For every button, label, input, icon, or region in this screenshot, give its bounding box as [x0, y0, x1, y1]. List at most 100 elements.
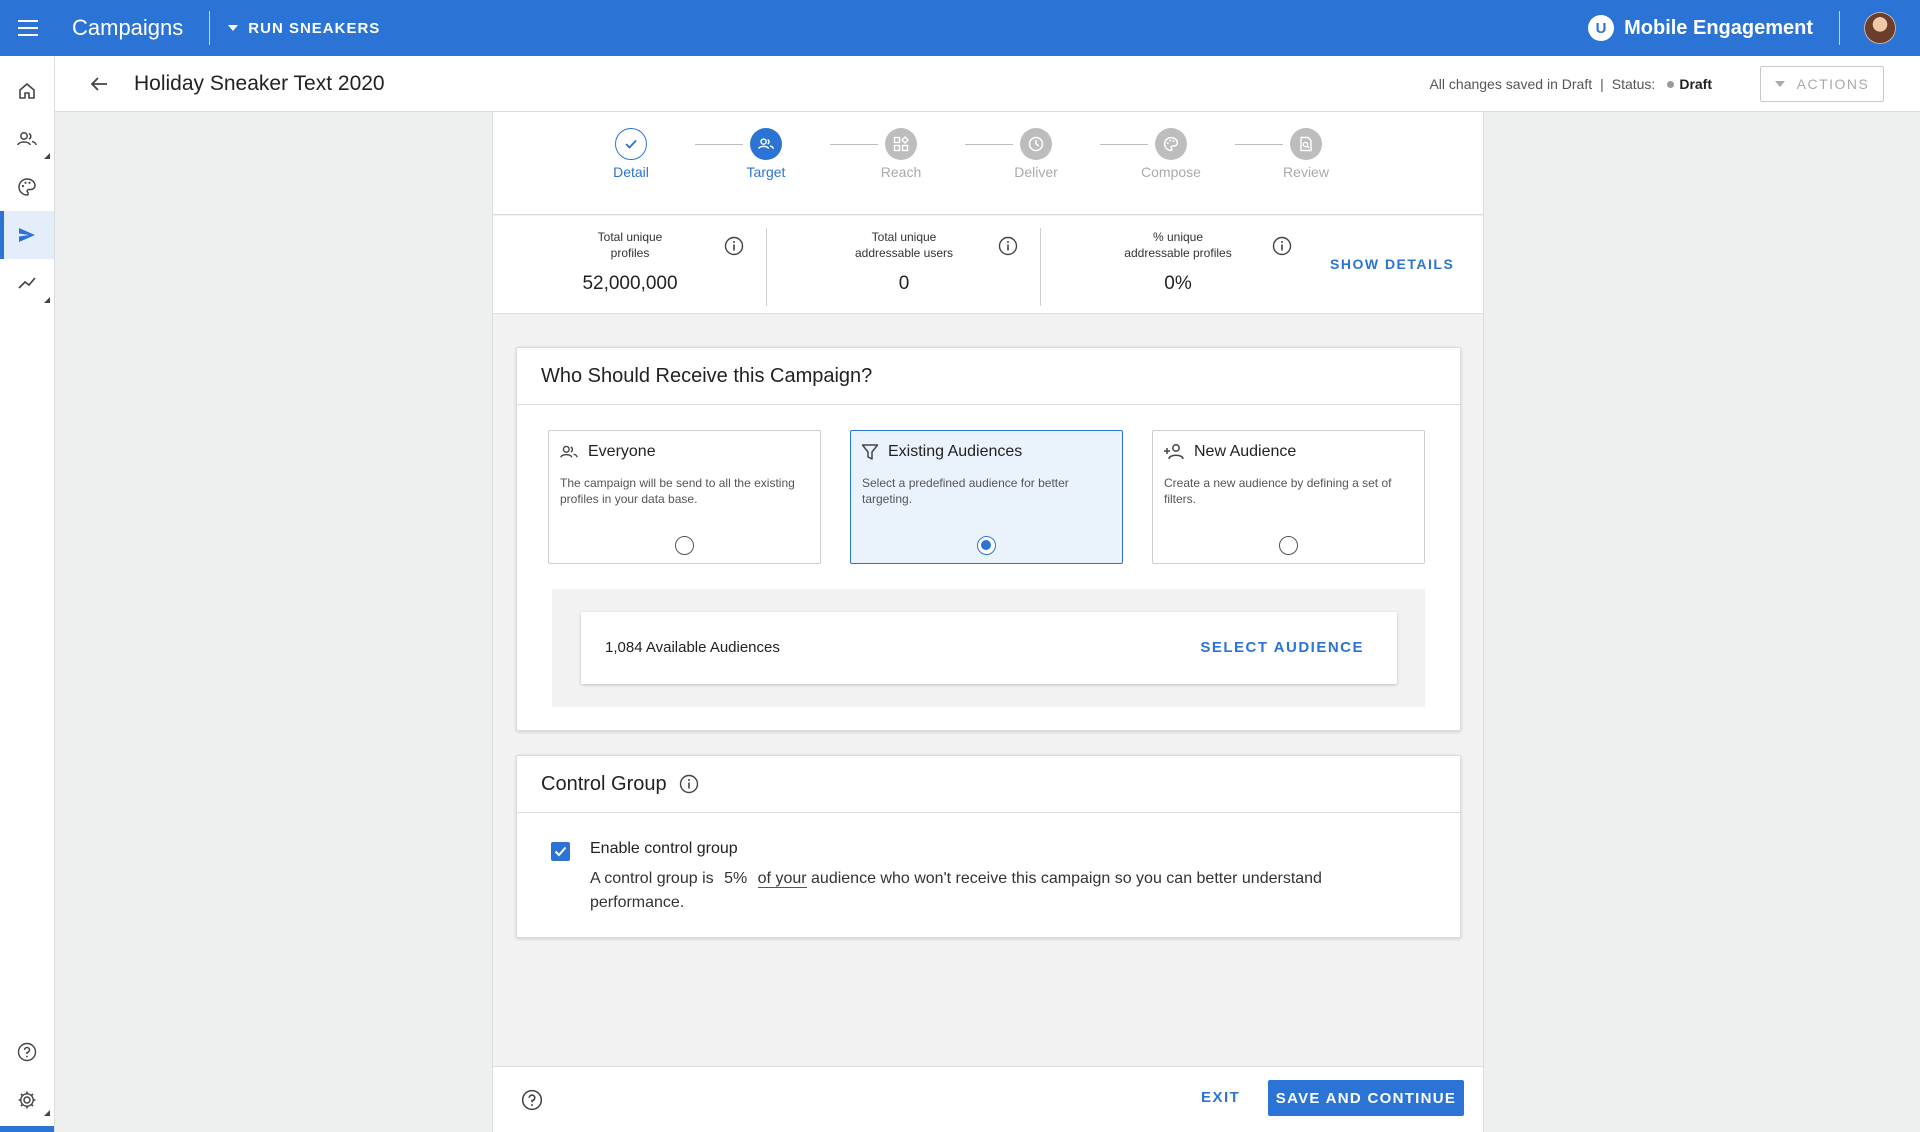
nav-help[interactable]	[0, 1032, 54, 1072]
top-bar: Campaigns RUN SNEAKERS U Mobile Engageme…	[0, 0, 1920, 56]
brand-selector-label: RUN SNEAKERS	[248, 19, 381, 37]
option-new-audience[interactable]: New Audience Create a new audience by de…	[1152, 430, 1425, 564]
option-description: Create a new audience by defining a set …	[1164, 476, 1392, 506]
nav-campaigns[interactable]	[0, 211, 54, 259]
status-badge: Draft	[1679, 76, 1712, 92]
send-icon	[19, 228, 35, 242]
expand-corner-icon	[44, 1110, 50, 1116]
widgets-icon	[885, 128, 917, 160]
hamburger-icon	[18, 20, 38, 36]
back-button[interactable]	[69, 56, 129, 112]
show-details-button[interactable]: SHOW DETAILS	[1330, 256, 1454, 272]
option-title: Existing Audiences	[888, 443, 1023, 460]
step-label: Deliver	[1014, 164, 1058, 180]
person-add-icon	[1164, 444, 1184, 460]
check-icon	[615, 128, 647, 160]
header-divider: |	[1600, 76, 1604, 92]
info-icon[interactable]	[998, 236, 1018, 256]
reach-stats: Total unique profiles 52,000,000 Total u…	[493, 216, 1483, 314]
arrow-left-icon	[90, 76, 107, 91]
step-label: Compose	[1141, 164, 1201, 180]
option-description: The campaign will be send to all the exi…	[560, 476, 795, 506]
audience-scope-link[interactable]: of your	[757, 870, 807, 888]
product-name: Mobile Engagement	[1624, 16, 1813, 39]
caret-down-icon	[1774, 81, 1785, 87]
divider	[1839, 11, 1840, 45]
audience-selector-panel: 1,084 Available Audiences SELECT AUDIENC…	[552, 589, 1425, 707]
actions-button[interactable]: ACTIONS	[1760, 66, 1884, 102]
step-label: Detail	[613, 164, 649, 180]
palette-icon	[1155, 128, 1187, 160]
select-audience-button[interactable]: SELECT AUDIENCE	[1200, 639, 1364, 656]
menu-button[interactable]	[0, 0, 58, 56]
divider	[209, 11, 211, 45]
stat-value: 0%	[1164, 273, 1192, 294]
expand-corner-icon	[44, 153, 50, 159]
status-dot	[1667, 80, 1675, 88]
option-title: Everyone	[588, 443, 656, 460]
step-deliver[interactable]: Deliver	[991, 128, 1081, 180]
option-existing-audiences[interactable]: Existing Audiences Select a predefined a…	[850, 430, 1123, 564]
gear-icon	[18, 1091, 36, 1109]
left-nav	[0, 56, 55, 1132]
step-target[interactable]: Target	[721, 128, 811, 180]
enable-control-group-checkbox[interactable]	[551, 842, 570, 861]
nav-analytics[interactable]	[0, 259, 54, 307]
brand-selector[interactable]: RUN SNEAKERS	[228, 20, 380, 37]
control-group-percent[interactable]: 5%	[724, 870, 747, 887]
main-panel: Detail Target Reach Deliver Compose Revi…	[492, 112, 1484, 1132]
radio-everyone[interactable]	[675, 536, 694, 555]
home-icon	[19, 83, 35, 99]
step-detail[interactable]: Detail	[586, 128, 676, 180]
card-title: Who Should Receive this Campaign?	[517, 348, 1460, 405]
exit-button[interactable]: EXIT	[1201, 1089, 1240, 1106]
step-review[interactable]: Review	[1261, 128, 1351, 180]
status-label: Status:	[1611, 76, 1656, 92]
document-search-icon	[1290, 128, 1322, 160]
wizard-footer: EXIT SAVE AND CONTINUE	[493, 1066, 1483, 1132]
wizard-stepper: Detail Target Reach Deliver Compose Revi…	[493, 112, 1483, 215]
control-group-description: A control group is 5% of your audience w…	[590, 867, 1390, 915]
nav-content[interactable]	[0, 163, 54, 211]
option-description: Select a predefined audience for better …	[862, 476, 1069, 506]
step-label: Target	[746, 164, 786, 180]
nav-home[interactable]	[0, 67, 54, 115]
step-label: Review	[1283, 164, 1329, 180]
control-group-card: Control Group Enable control group A con…	[516, 755, 1461, 938]
help-icon[interactable]	[521, 1089, 543, 1111]
audience-selector: 1,084 Available Audiences SELECT AUDIENC…	[581, 612, 1397, 684]
expand-corner-icon	[44, 297, 50, 303]
radio-new-audience[interactable]	[1279, 536, 1298, 555]
product-logo: U	[1588, 15, 1615, 41]
nav-edge-bar	[0, 1126, 54, 1132]
option-title: New Audience	[1194, 443, 1297, 460]
info-icon[interactable]	[679, 774, 699, 794]
nav-audiences[interactable]	[0, 115, 54, 163]
trend-icon	[18, 277, 36, 289]
step-reach[interactable]: Reach	[856, 128, 946, 180]
nav-settings[interactable]	[0, 1080, 54, 1120]
page-header: Holiday Sneaker Text 2020 All changes sa…	[55, 56, 1920, 112]
save-and-continue-button[interactable]: SAVE AND CONTINUE	[1268, 1080, 1464, 1116]
info-icon[interactable]	[724, 236, 744, 256]
actions-label: ACTIONS	[1796, 76, 1870, 92]
clock-icon	[1020, 128, 1052, 160]
stat-value: 52,000,000	[582, 273, 678, 294]
page-title: Holiday Sneaker Text 2020	[134, 71, 385, 95]
people-icon	[560, 445, 578, 458]
option-everyone[interactable]: Everyone The campaign will be send to al…	[548, 430, 821, 564]
avatar[interactable]	[1864, 12, 1896, 44]
description-text: A control group is	[590, 870, 714, 887]
filter-icon	[861, 444, 879, 460]
checkbox-label: Enable control group	[590, 840, 738, 857]
help-icon	[17, 1042, 37, 1062]
step-label: Reach	[880, 164, 922, 180]
card-title-row: Control Group	[517, 756, 1460, 813]
step-compose[interactable]: Compose	[1126, 128, 1216, 180]
people-icon	[750, 128, 782, 160]
radio-existing-audiences[interactable]	[977, 536, 996, 555]
caret-down-icon	[228, 25, 239, 31]
info-icon[interactable]	[1272, 236, 1292, 256]
stat-value: 0	[898, 273, 910, 294]
check-icon	[554, 846, 567, 857]
